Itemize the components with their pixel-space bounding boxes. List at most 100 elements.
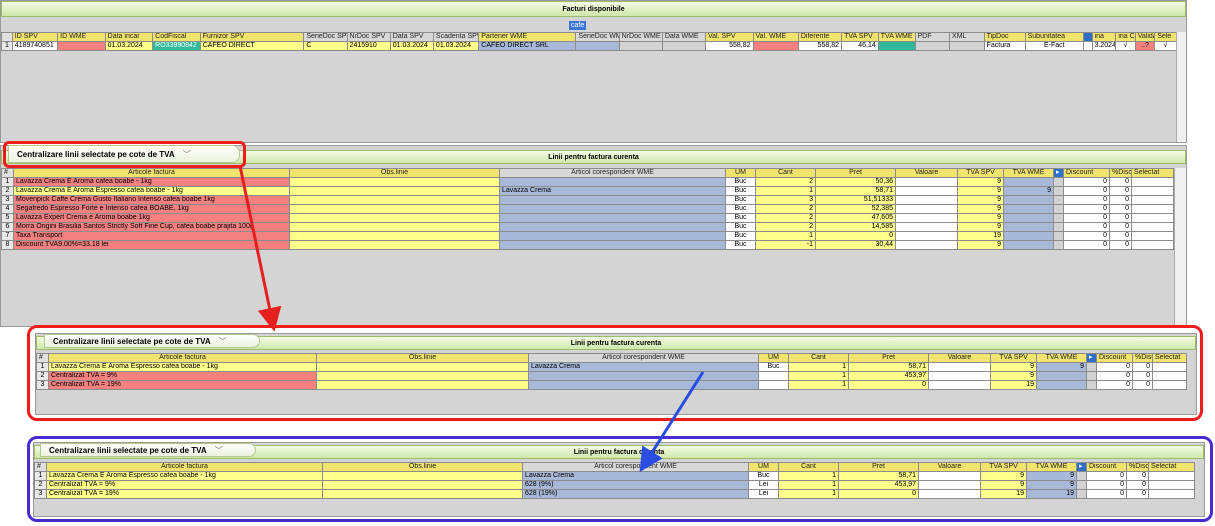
line-pret[interactable]: 0 (848, 380, 929, 390)
column-chooser-icon[interactable]: ▸ (1076, 462, 1087, 472)
line-discount[interactable]: 0 (1086, 480, 1127, 490)
line-row[interactable]: 4 Segafredo Espresso Forte e Intenso cafe… (1, 204, 1174, 214)
line-row[interactable]: 2 Lavazza Crema E Aroma Espresso cafea bo… (1, 186, 1174, 196)
col-header-articol[interactable]: Articole factura (48, 353, 317, 363)
col-header-num[interactable]: # (34, 462, 47, 472)
line-pret[interactable]: 51,51333 (815, 195, 896, 205)
line-cant[interactable]: 2 (755, 213, 816, 223)
invoice-cell[interactable]: CAFEO DIRECT (199, 41, 305, 51)
line-pret[interactable]: 50,36 (815, 177, 896, 187)
line-valoare[interactable] (895, 240, 958, 250)
invoice-cell[interactable]: 46,14 (841, 41, 879, 51)
line-articol[interactable]: Taxa Transport (13, 231, 290, 241)
invoice-cell[interactable]: CAFEO DIRECT SRL (478, 41, 577, 51)
line-corresp[interactable]: 628 (19%) (522, 489, 749, 499)
line-articol[interactable]: Centralizat TVA = 9% (48, 371, 317, 381)
line-cant[interactable]: 1 (755, 186, 816, 196)
line-pdisc[interactable]: 0 (1109, 222, 1132, 232)
line-cant[interactable]: 1 (788, 371, 849, 381)
line-pdisc[interactable]: 0 (1109, 240, 1132, 250)
line-discount[interactable]: 0 (1086, 489, 1127, 499)
invoice-cell[interactable]: 01.03.2024 (432, 41, 480, 51)
line-tva-wme[interactable] (1036, 371, 1087, 381)
line-obs[interactable] (316, 380, 529, 390)
line-valoare[interactable] (895, 177, 958, 187)
column-chooser-icon[interactable]: ▸ (1053, 168, 1064, 178)
invoices-header-cell[interactable]: TipDoc (983, 32, 1026, 42)
line-row[interactable]: 5 Lavazza Expert Crema e Aroma boabe 1kg B… (1, 213, 1174, 223)
line-pdisc[interactable]: 0 (1126, 471, 1149, 481)
col-header-corresp[interactable]: Articol corespondent WME (522, 462, 749, 472)
invoice-cell[interactable] (949, 41, 985, 51)
line-corresp[interactable]: Lavazza Crema (522, 471, 749, 481)
line-obs[interactable] (289, 177, 500, 187)
line-cant[interactable]: 1 (778, 471, 839, 481)
line-row[interactable]: 6 Morra Origini Brasilia Santos Strictly … (1, 222, 1174, 232)
line-discount[interactable]: 0 (1096, 362, 1133, 372)
line-discount[interactable]: 0 (1063, 186, 1110, 196)
line-tva-spv[interactable]: 9 (980, 480, 1027, 490)
col-header-cant[interactable]: Cant (788, 353, 849, 363)
invoices-header-cell[interactable]: Data incar (104, 32, 154, 42)
line-tva-spv[interactable]: 9 (990, 371, 1037, 381)
line-discount[interactable]: 0 (1063, 222, 1110, 232)
line-row[interactable]: 1 Lavazza Crema E Aroma Espresso cafea bo… (36, 362, 1187, 372)
line-discount[interactable]: 0 (1063, 240, 1110, 250)
col-header-um[interactable]: UM (725, 168, 756, 178)
line-tva-wme[interactable] (1036, 380, 1087, 390)
line-valoare[interactable] (895, 231, 958, 241)
col-header-valoare[interactable]: Valoare (895, 168, 958, 178)
line-obs[interactable] (289, 231, 500, 241)
line-corresp[interactable] (499, 213, 726, 223)
invoices-header-cell[interactable]: SerieDoc WME (575, 32, 620, 42)
line-obs[interactable] (289, 213, 500, 223)
line-row[interactable]: 3 Movenpick Caffe Crema Gusto Italiano In… (1, 195, 1174, 205)
line-row[interactable]: 8 Discount TVA9.00%=33.18 lei Buc -1 30,44 9 0… (1, 240, 1174, 250)
line-tva-spv[interactable]: 9 (990, 362, 1037, 372)
col-header-num[interactable]: # (36, 353, 49, 363)
invoices-header-cell[interactable]: ina (1091, 32, 1117, 42)
line-pdisc[interactable]: 0 (1126, 489, 1149, 499)
line-row[interactable]: 2 Centralizat TVA = 9% 628 (9%) Lei 1 453,97 9… (34, 480, 1195, 490)
col-header-discount[interactable]: Discount (1096, 353, 1133, 363)
col-header-corresp[interactable]: Articol corespondent WME (528, 353, 759, 363)
col-header-pret[interactable]: Pret (838, 462, 919, 472)
line-row[interactable]: 1 Lavazza Crema E Aroma cafea boabe - 1kg… (1, 177, 1174, 187)
line-valoare[interactable] (918, 480, 981, 490)
col-header-tva-spv[interactable]: TVA SPV (957, 168, 1004, 178)
line-articol[interactable]: Morra Origini Brasilia Santos Strictly S… (13, 222, 290, 232)
line-valoare[interactable] (928, 371, 991, 381)
line-cant[interactable]: 2 (755, 222, 816, 232)
line-row[interactable]: 3 Centralizat TVA = 19% 628 (19%) Lei 1 0 19 19… (34, 489, 1195, 499)
line-corresp[interactable] (499, 222, 726, 232)
invoice-row[interactable]: 1 4189740851 01.03.2024 RO33990842 CAFEO… (1, 41, 1177, 51)
line-um[interactable]: Buc (725, 222, 756, 232)
line-obs[interactable] (316, 362, 529, 372)
line-pret[interactable]: 14,585 (815, 222, 896, 232)
line-articol[interactable]: Centralizat TVA = 9% (46, 480, 323, 490)
line-row[interactable]: 1 Lavazza Crema E Aroma Espresso cafea bo… (34, 471, 1195, 481)
invoices-header-cell[interactable]: Val. SPV (705, 32, 754, 42)
line-corresp[interactable] (528, 380, 759, 390)
line-tva-spv[interactable]: 9 (957, 177, 1004, 187)
line-pdisc[interactable]: 0 (1109, 231, 1132, 241)
invoice-cell[interactable] (661, 41, 707, 51)
line-pret[interactable]: 30,44 (815, 240, 896, 250)
line-corresp[interactable] (528, 371, 759, 381)
col-header-pret[interactable]: Pret (815, 168, 896, 178)
line-um[interactable]: Buc (725, 204, 756, 214)
line-tva-wme[interactable] (1003, 204, 1054, 214)
line-tva-wme[interactable]: 9 (1026, 471, 1077, 481)
invoice-cell[interactable]: 3.2024 (1091, 41, 1117, 51)
col-header-um[interactable]: UM (748, 462, 779, 472)
line-um[interactable]: Lei (748, 480, 779, 490)
invoices-header-cell[interactable]: NrDoc WME (618, 32, 663, 42)
line-pret[interactable]: 58,71 (848, 362, 929, 372)
invoice-cell[interactable] (877, 41, 916, 51)
invoice-cell[interactable]: 2415910 (346, 41, 391, 51)
col-header-selectat[interactable]: Selectat (1148, 462, 1195, 472)
line-cant[interactable]: 1 (755, 231, 816, 241)
invoices-header-cell[interactable]: Subunitatea (1024, 32, 1084, 42)
line-corresp[interactable]: Lavazza Crema (499, 186, 726, 196)
line-obs[interactable] (322, 489, 523, 499)
